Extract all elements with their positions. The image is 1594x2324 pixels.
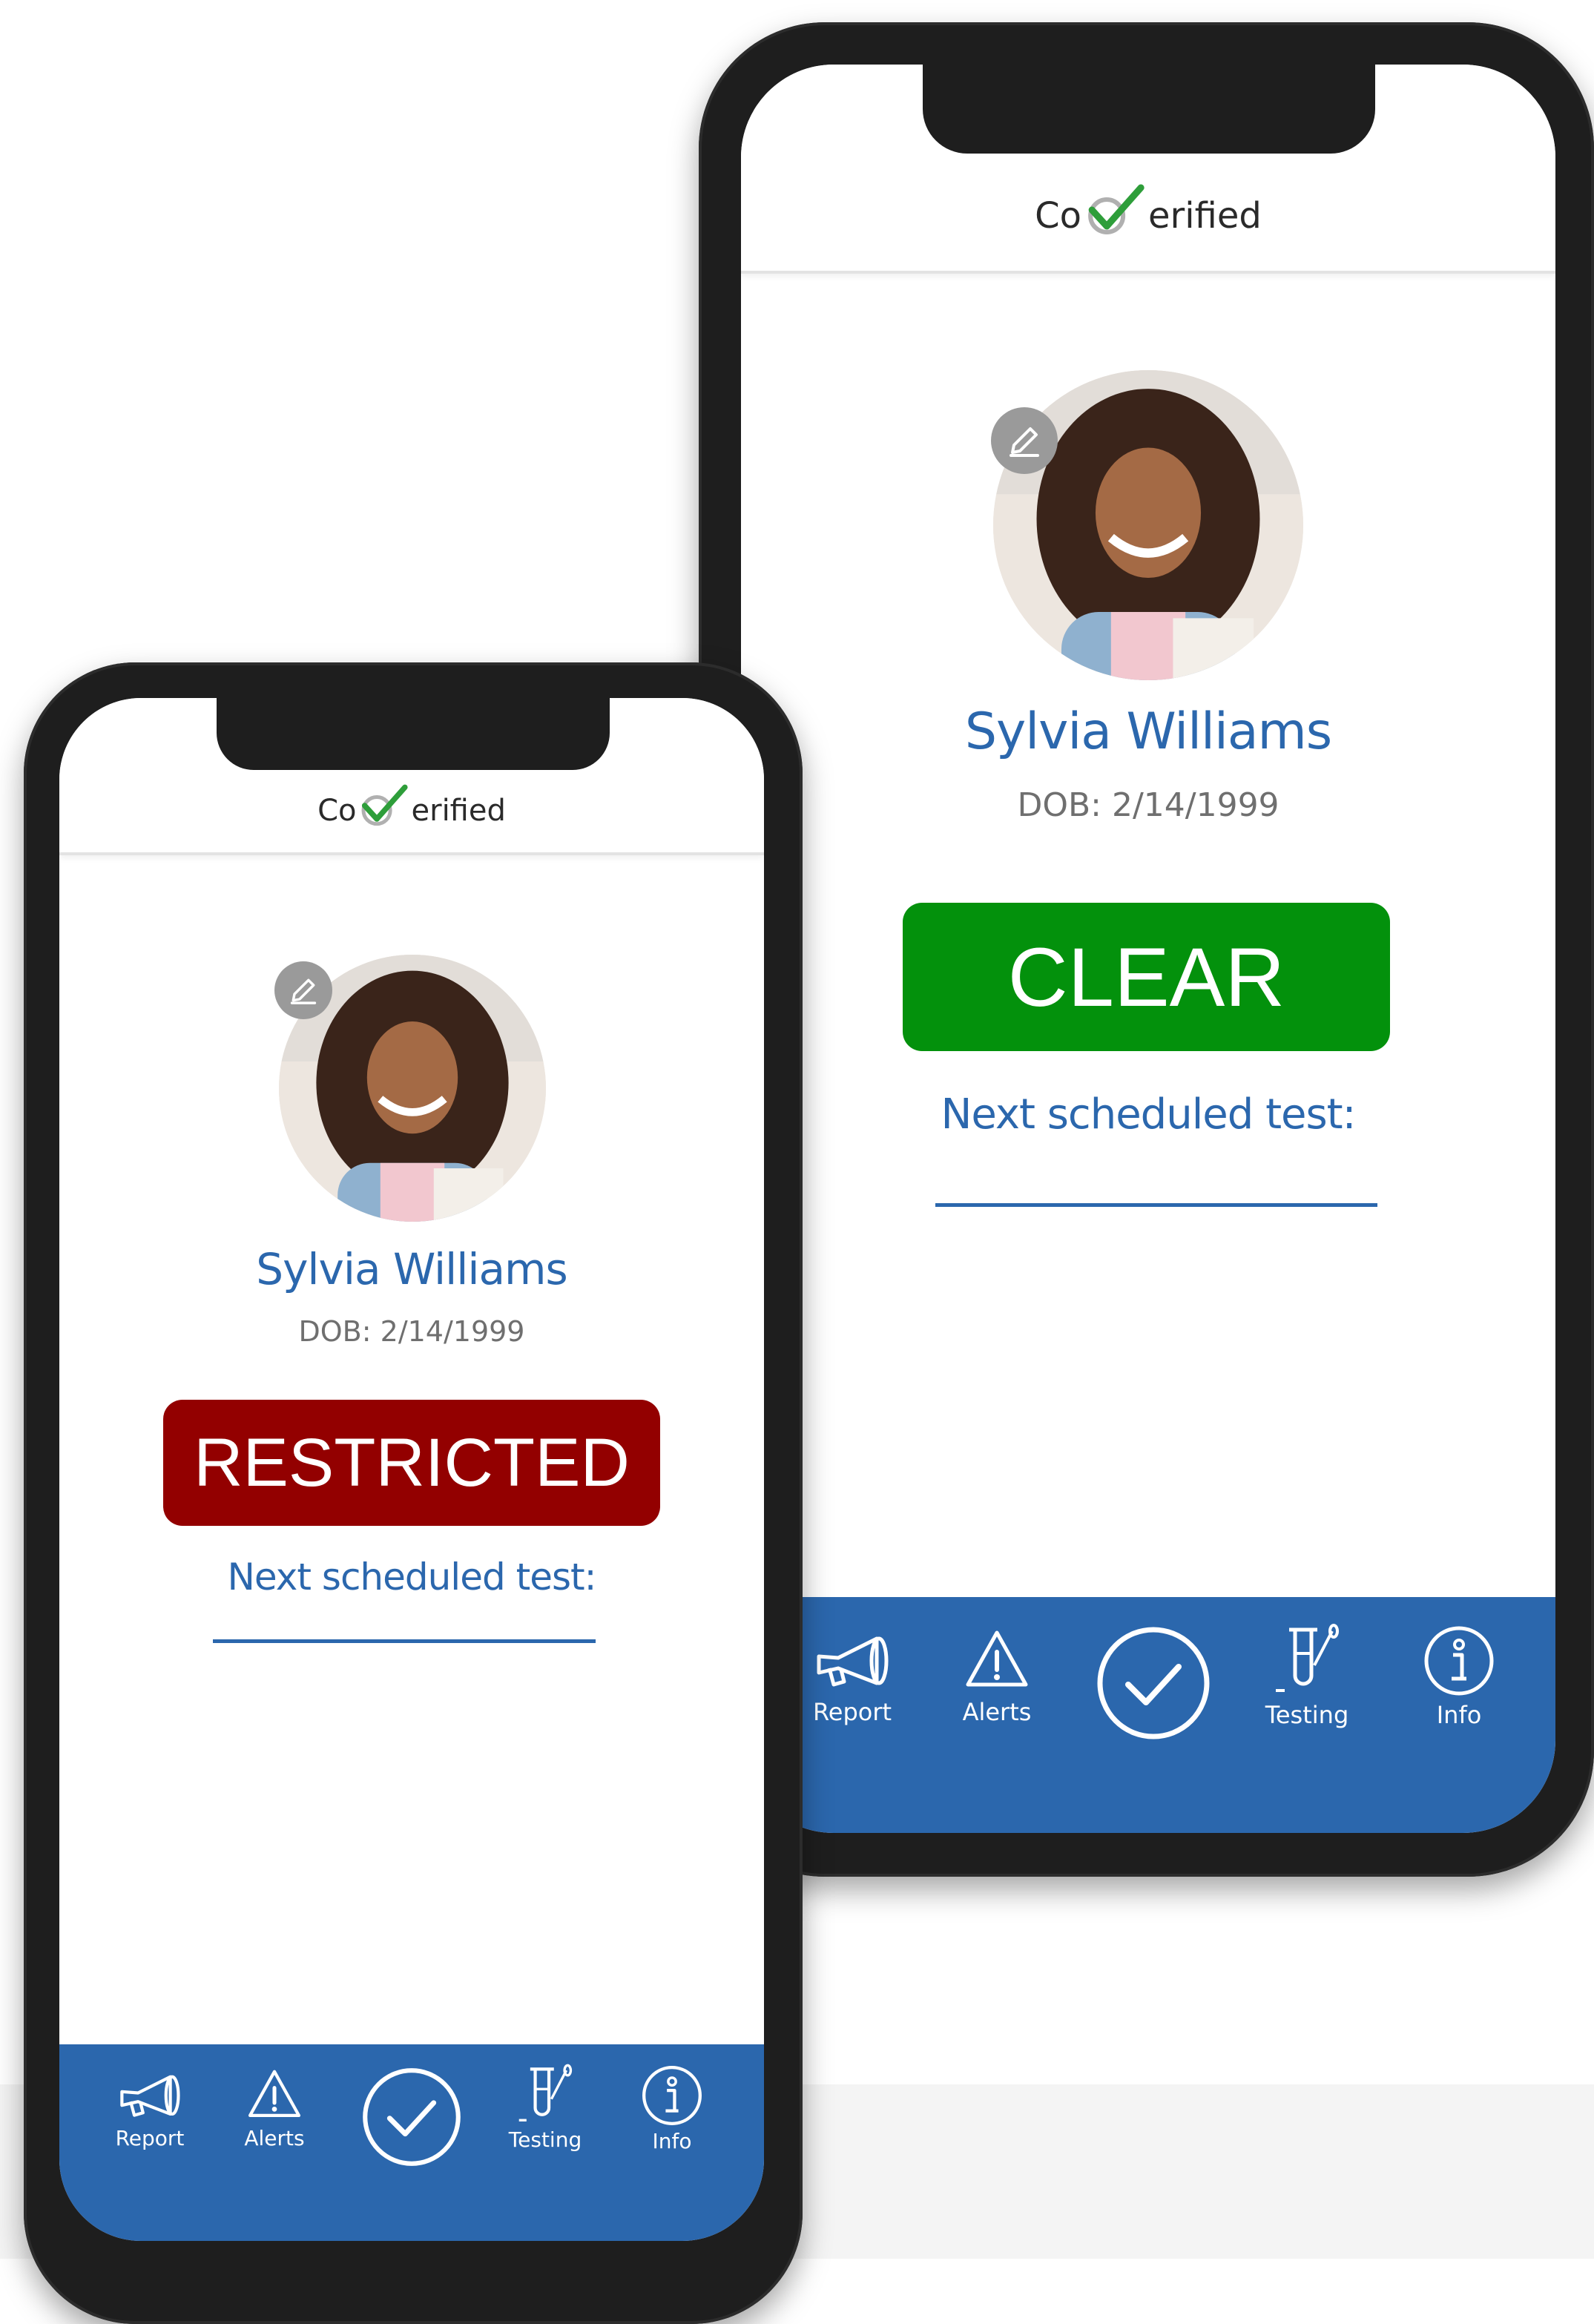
profile-name: Sylvia Williams: [964, 702, 1332, 761]
nav-alerts-label: Alerts: [244, 2126, 305, 2150]
megaphone-icon: [817, 1636, 889, 1687]
nav-report[interactable]: Report: [104, 2067, 196, 2150]
coverified-logo: Co erified: [1035, 183, 1262, 237]
bottom-nav: Report Alerts Testing Info: [59, 2044, 764, 2241]
warning-icon: [248, 2070, 301, 2117]
next-test-value-line: [213, 1639, 596, 1643]
next-test-value-line: [935, 1203, 1377, 1207]
nav-testing[interactable]: Testing: [497, 2064, 593, 2152]
nav-report[interactable]: Report: [800, 1627, 904, 1726]
nav-report-label: Report: [115, 2126, 185, 2150]
logo-prefix: Co: [317, 794, 357, 828]
logo-check-icon: [1088, 184, 1145, 234]
phone-screen: Co erified Sylvia Williams DOB: 2/14/199…: [741, 65, 1555, 1833]
check-circle-icon: [1097, 1627, 1210, 1739]
nav-status[interactable]: [1094, 1625, 1213, 1741]
nav-report-label: Report: [812, 1698, 892, 1726]
megaphone-icon: [120, 2075, 180, 2117]
profile-name: Sylvia Williams: [256, 1244, 567, 1294]
info-icon: [642, 2066, 702, 2125]
next-test-label: Next scheduled test:: [227, 1556, 597, 1599]
bottom-nav: Report Alerts Testing Info: [741, 1597, 1555, 1833]
pencil-icon: [290, 978, 317, 1004]
nav-info-label: Info: [1436, 1701, 1482, 1729]
logo-suffix: erified: [411, 794, 506, 828]
nav-testing[interactable]: Testing: [1251, 1624, 1363, 1729]
phone-clear: Co erified Sylvia Williams DOB: 2/14/199…: [699, 22, 1594, 1877]
nav-info[interactable]: Info: [626, 2064, 718, 2153]
status-clear-badge: CLEAR: [903, 903, 1390, 1051]
logo-prefix: Co: [1035, 195, 1082, 237]
status-restricted-badge: RESTRICTED: [163, 1400, 660, 1526]
test-tube-icon: [518, 2064, 573, 2121]
profile-dob: DOB: 2/14/1999: [1017, 786, 1280, 824]
check-circle-icon: [363, 2068, 461, 2166]
nav-alerts-label: Alerts: [962, 1698, 1032, 1726]
phone-notch: [217, 698, 610, 770]
edit-profile-button[interactable]: [274, 961, 332, 1019]
phone-notch: [923, 65, 1375, 154]
coverified-logo: Co erified: [317, 783, 506, 828]
warning-icon: [966, 1630, 1028, 1687]
nav-status[interactable]: [360, 2067, 464, 2167]
nav-testing-label: Testing: [508, 2127, 582, 2152]
nav-info-label: Info: [652, 2129, 692, 2153]
nav-alerts[interactable]: Alerts: [945, 1627, 1049, 1726]
profile-dob: DOB: 2/14/1999: [298, 1315, 525, 1348]
phone-restricted: Co erified Sylvia Williams DOB: 2/14/199…: [24, 662, 803, 2324]
test-tube-icon: [1276, 1624, 1339, 1692]
nav-info[interactable]: Info: [1407, 1624, 1511, 1729]
next-test-label: Next scheduled test:: [941, 1090, 1357, 1139]
info-icon: [1424, 1626, 1494, 1696]
phone-screen: Co erified Sylvia Williams DOB: 2/14/199…: [59, 698, 764, 2241]
logo-suffix: erified: [1148, 195, 1262, 237]
nav-alerts[interactable]: Alerts: [228, 2067, 320, 2150]
logo-check-icon: [361, 784, 408, 826]
edit-profile-button[interactable]: [991, 407, 1058, 474]
pencil-icon: [1010, 427, 1039, 457]
nav-testing-label: Testing: [1265, 1701, 1349, 1729]
